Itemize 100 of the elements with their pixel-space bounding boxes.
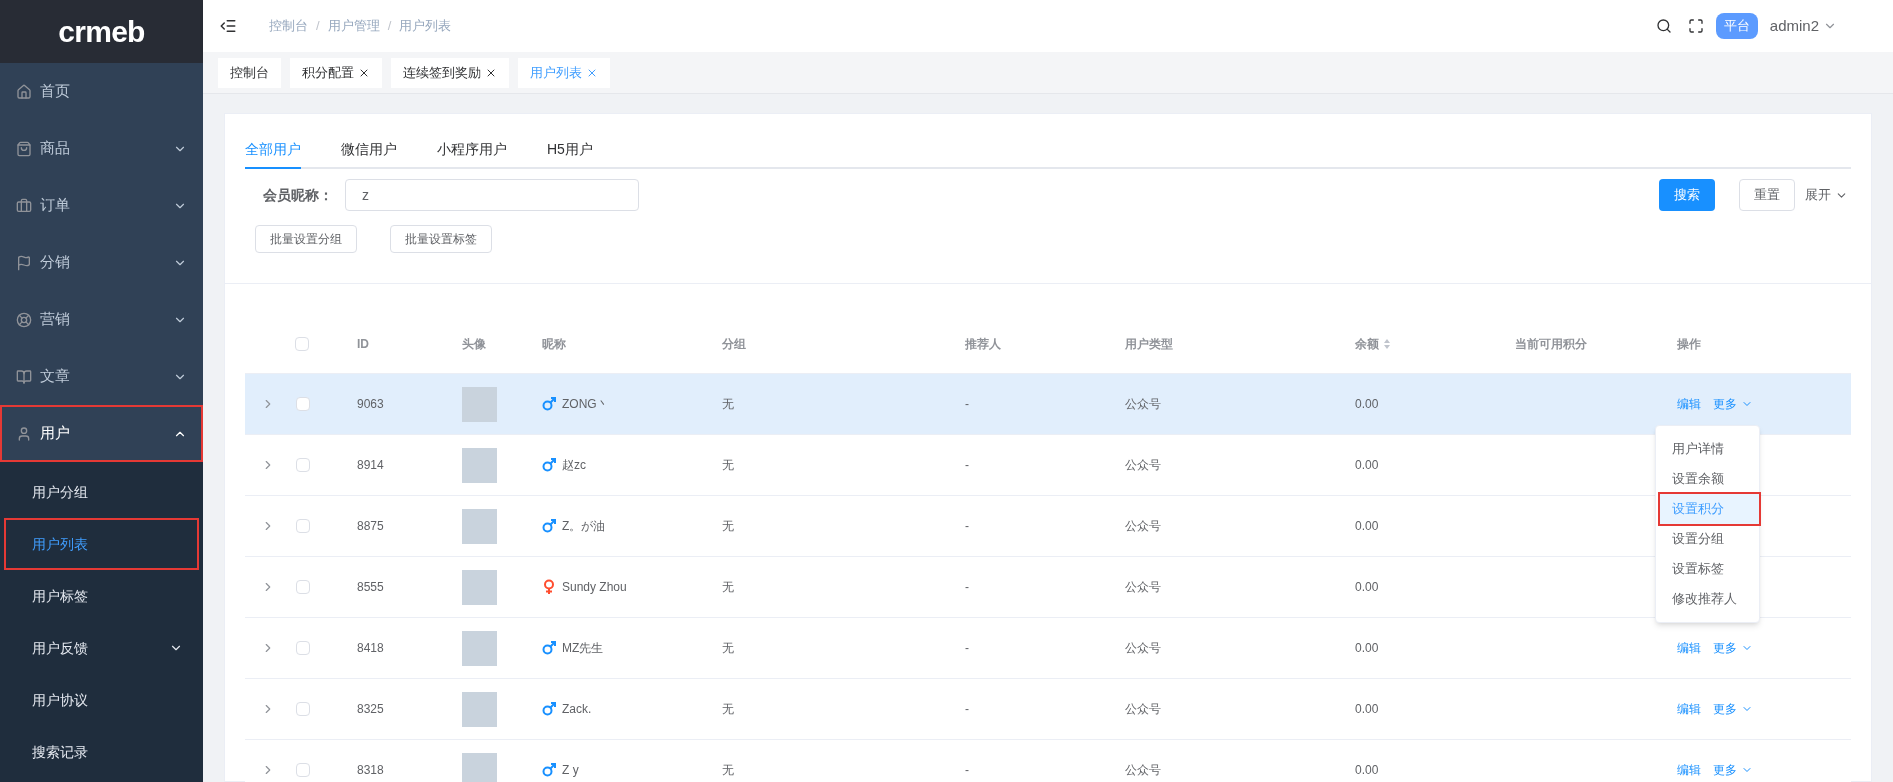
table-cell: 8418 [357, 641, 384, 655]
dropdown-item[interactable]: 设置余额 [1656, 464, 1759, 494]
breadcrumb-separator: / [316, 17, 320, 36]
column-header: 操作 [1677, 335, 1701, 353]
checkbox[interactable] [296, 641, 310, 655]
dropdown-item[interactable]: 修改推荐人 [1656, 584, 1759, 614]
table-cell: 无 [722, 519, 734, 533]
table-cell: 无 [722, 763, 734, 777]
page-tag[interactable]: 连续签到奖励 [391, 57, 509, 88]
sidebar-menu-item[interactable]: 商品 [0, 120, 203, 177]
avatar-photo-placeholder [462, 447, 497, 483]
table-cell: 9063 [357, 397, 384, 411]
column-header: 分组 [722, 335, 746, 353]
sidebar-menu-item[interactable]: 分销 [0, 234, 203, 291]
more-link[interactable]: 更多 [1713, 639, 1753, 657]
platform-badge: 平台 [1715, 13, 1758, 39]
column-header: 余额 [1355, 335, 1379, 353]
sort-icon[interactable] [1383, 337, 1391, 350]
dropdown-item[interactable]: 用户详情 [1656, 434, 1759, 464]
column-header: 昵称 [542, 335, 566, 353]
sidebar-menu-item[interactable]: 文章 [0, 348, 203, 405]
more-link[interactable]: 更多 [1713, 761, 1753, 779]
table-cell: 无 [722, 397, 734, 411]
bag-icon [16, 140, 32, 157]
checkbox[interactable] [296, 580, 310, 594]
sidebar-menu-item[interactable]: 首页 [0, 63, 203, 120]
nickname-input[interactable]: z [345, 179, 639, 211]
table-cell: 0.00 [1355, 458, 1379, 472]
breadcrumb-separator: / [387, 17, 392, 36]
avatar-photo-placeholder [462, 569, 497, 605]
table-cell: 无 [722, 702, 734, 716]
table-cell: 公众号 [1125, 641, 1161, 655]
avatar-photo-placeholder [462, 752, 497, 782]
page-tag[interactable]: 控制台 [218, 57, 281, 88]
table-cell: 公众号 [1125, 397, 1161, 411]
user-icon [16, 425, 32, 442]
sidebar-submenu-item[interactable]: 用户分组 [4, 466, 199, 518]
search-icon[interactable] [1655, 18, 1672, 34]
batch-button[interactable]: 批量设置分组 [255, 225, 357, 253]
table-cell-text: Zack. [562, 701, 592, 718]
table-cell: 无 [722, 458, 734, 472]
user-type-tab[interactable]: 微信用户 [341, 132, 397, 169]
table-cell-text: MZ先生 [562, 640, 604, 657]
edit-link[interactable]: 编辑 [1677, 639, 1701, 657]
table-cell: 8875 [357, 519, 384, 533]
sidebar-menu-item[interactable]: 用户 [0, 405, 203, 462]
checkbox[interactable] [296, 763, 310, 777]
table-cell: 0.00 [1355, 397, 1379, 411]
checkbox[interactable] [296, 458, 310, 472]
more-link[interactable]: 更多 [1713, 700, 1753, 718]
user-type-tab[interactable]: 全部用户 [245, 132, 301, 169]
fullscreen-icon[interactable] [1687, 18, 1704, 34]
table-cell: 0.00 [1355, 580, 1379, 594]
table-cell: 0.00 [1355, 702, 1379, 716]
user-menu[interactable]: admin2 [1769, 14, 1837, 38]
dropdown-item[interactable]: 设置分组 [1656, 524, 1759, 554]
column-header: 头像 [462, 335, 486, 353]
sidebar-menu-item[interactable]: 订单 [0, 177, 203, 234]
dropdown-item[interactable]: 设置标签 [1656, 554, 1759, 584]
table-cell-text: Z y [562, 762, 579, 779]
page-tag[interactable]: 积分配置 [290, 57, 382, 88]
menu-toggle-icon[interactable] [219, 17, 237, 35]
table-cell: - [965, 458, 969, 472]
sidebar-submenu-item[interactable]: 搜索记录 [4, 726, 199, 778]
lifebuoy-icon [16, 311, 32, 328]
user-type-tab[interactable]: 小程序用户 [437, 132, 507, 169]
home-icon [16, 83, 32, 100]
table-cell: - [965, 519, 969, 533]
table-cell: 0.00 [1355, 763, 1379, 777]
field-label: 会员昵称： [263, 185, 334, 205]
sidebar-menu-item[interactable]: 营销 [0, 291, 203, 348]
book-icon [16, 368, 32, 385]
table-cell: 8555 [357, 580, 384, 594]
table-cell-text: ZONG丶 [562, 396, 609, 413]
table-cell-text: 赵zc [562, 457, 586, 474]
column-header: 用户类型 [1125, 335, 1173, 353]
sidebar-submenu-item[interactable]: 用户标签 [4, 570, 199, 622]
batch-button[interactable]: 批量设置标签 [390, 225, 492, 253]
user-type-tab[interactable]: H5用户 [547, 132, 593, 169]
table-cell: 0.00 [1355, 641, 1379, 655]
table-cell: 8325 [357, 702, 384, 716]
table-cell: 无 [722, 641, 734, 655]
table-cell-text: Z。が油 [562, 518, 606, 535]
table-cell: - [965, 580, 969, 594]
checkbox[interactable] [296, 702, 310, 716]
checkbox[interactable] [296, 397, 310, 411]
table-cell: 8318 [357, 763, 384, 777]
flag-icon [16, 254, 32, 271]
reset-button[interactable]: 重置 [1739, 179, 1795, 211]
sidebar-submenu-item[interactable]: 用户列表 [4, 518, 199, 570]
edit-link[interactable]: 编辑 [1677, 700, 1701, 718]
avatar-photo-placeholder [462, 691, 497, 727]
avatar-photo-placeholder [462, 630, 497, 666]
checkbox[interactable] [295, 336, 309, 351]
edit-link[interactable]: 编辑 [1677, 761, 1701, 779]
expand-link[interactable]: 展开 [1805, 185, 1848, 205]
sidebar-submenu-item[interactable]: 用户协议 [4, 674, 199, 726]
sidebar-submenu-item[interactable]: 用户反馈 [4, 622, 199, 674]
checkbox[interactable] [296, 519, 310, 533]
table-cell: 公众号 [1125, 458, 1161, 472]
